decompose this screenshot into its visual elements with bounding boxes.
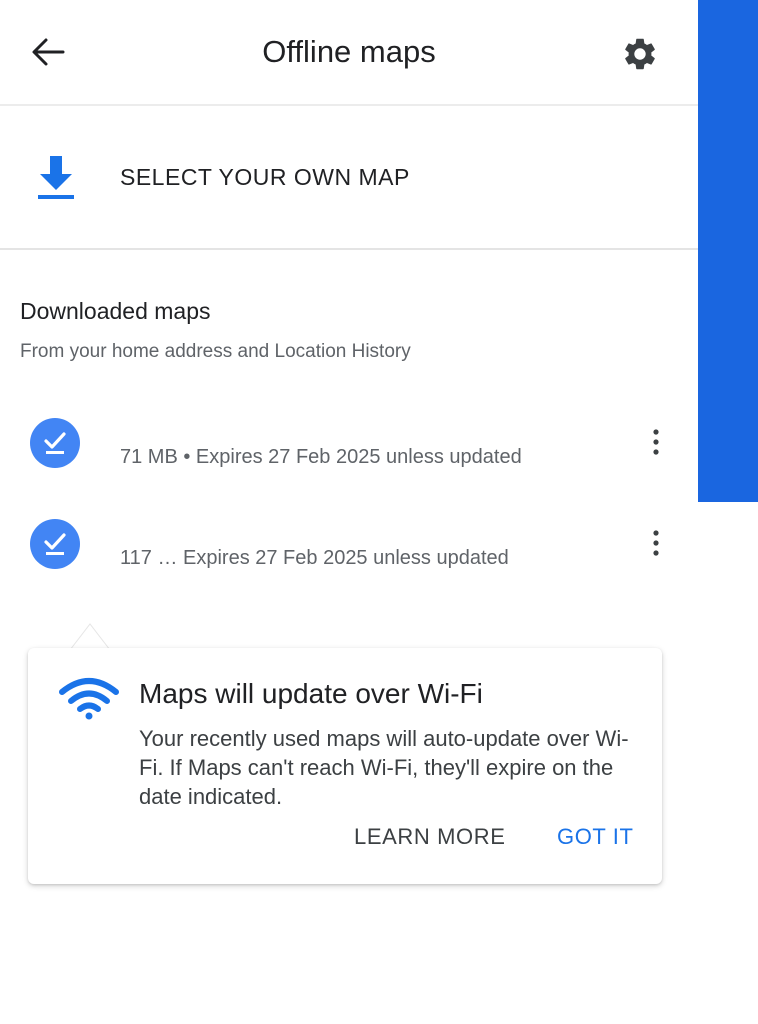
map-name xyxy=(120,410,130,430)
more-options-button[interactable] xyxy=(640,523,672,563)
downloaded-maps-subtitle: From your home address and Location Hist… xyxy=(20,341,411,362)
app-bar: Offline maps xyxy=(0,0,698,106)
tooltip-body: Your recently used maps will auto-update… xyxy=(139,726,629,809)
select-own-map-button[interactable]: SELECT YOUR OWN MAP xyxy=(0,106,698,250)
downloaded-check-icon xyxy=(30,519,80,569)
downloaded-maps-heading: Downloaded maps xyxy=(20,298,211,324)
settings-button[interactable] xyxy=(618,32,662,76)
download-icon xyxy=(38,156,74,199)
map-meta: 71 MB • Expires 27 Feb 2025 unless updat… xyxy=(120,446,522,468)
page-title: Offline maps xyxy=(262,34,436,69)
list-item[interactable]: 117 … Expires 27 Feb 2025 unless updated xyxy=(0,497,698,589)
map-name xyxy=(120,511,130,531)
map-meta: 117 … Expires 27 Feb 2025 unless updated xyxy=(120,547,509,569)
learn-more-button[interactable]: LEARN MORE xyxy=(354,824,505,850)
wifi-update-tooltip: Maps will update over Wi-Fi Your recentl… xyxy=(28,648,662,884)
gear-icon xyxy=(625,38,655,70)
more-vert-icon xyxy=(653,429,659,455)
downloaded-check-icon xyxy=(30,418,80,468)
select-own-map-label: SELECT YOUR OWN MAP xyxy=(120,164,410,190)
more-options-button[interactable] xyxy=(640,422,672,462)
got-it-button[interactable]: GOT IT xyxy=(557,824,634,850)
more-vert-icon xyxy=(653,530,659,556)
list-item[interactable]: 71 MB • Expires 27 Feb 2025 unless updat… xyxy=(0,396,698,488)
tooltip-title: Maps will update over Wi-Fi xyxy=(139,678,483,709)
wifi-icon xyxy=(59,678,119,720)
offline-maps-screen: Offline maps SELECT YOUR OWN MAP Downloa… xyxy=(0,0,698,1024)
edge-strip xyxy=(698,0,758,502)
